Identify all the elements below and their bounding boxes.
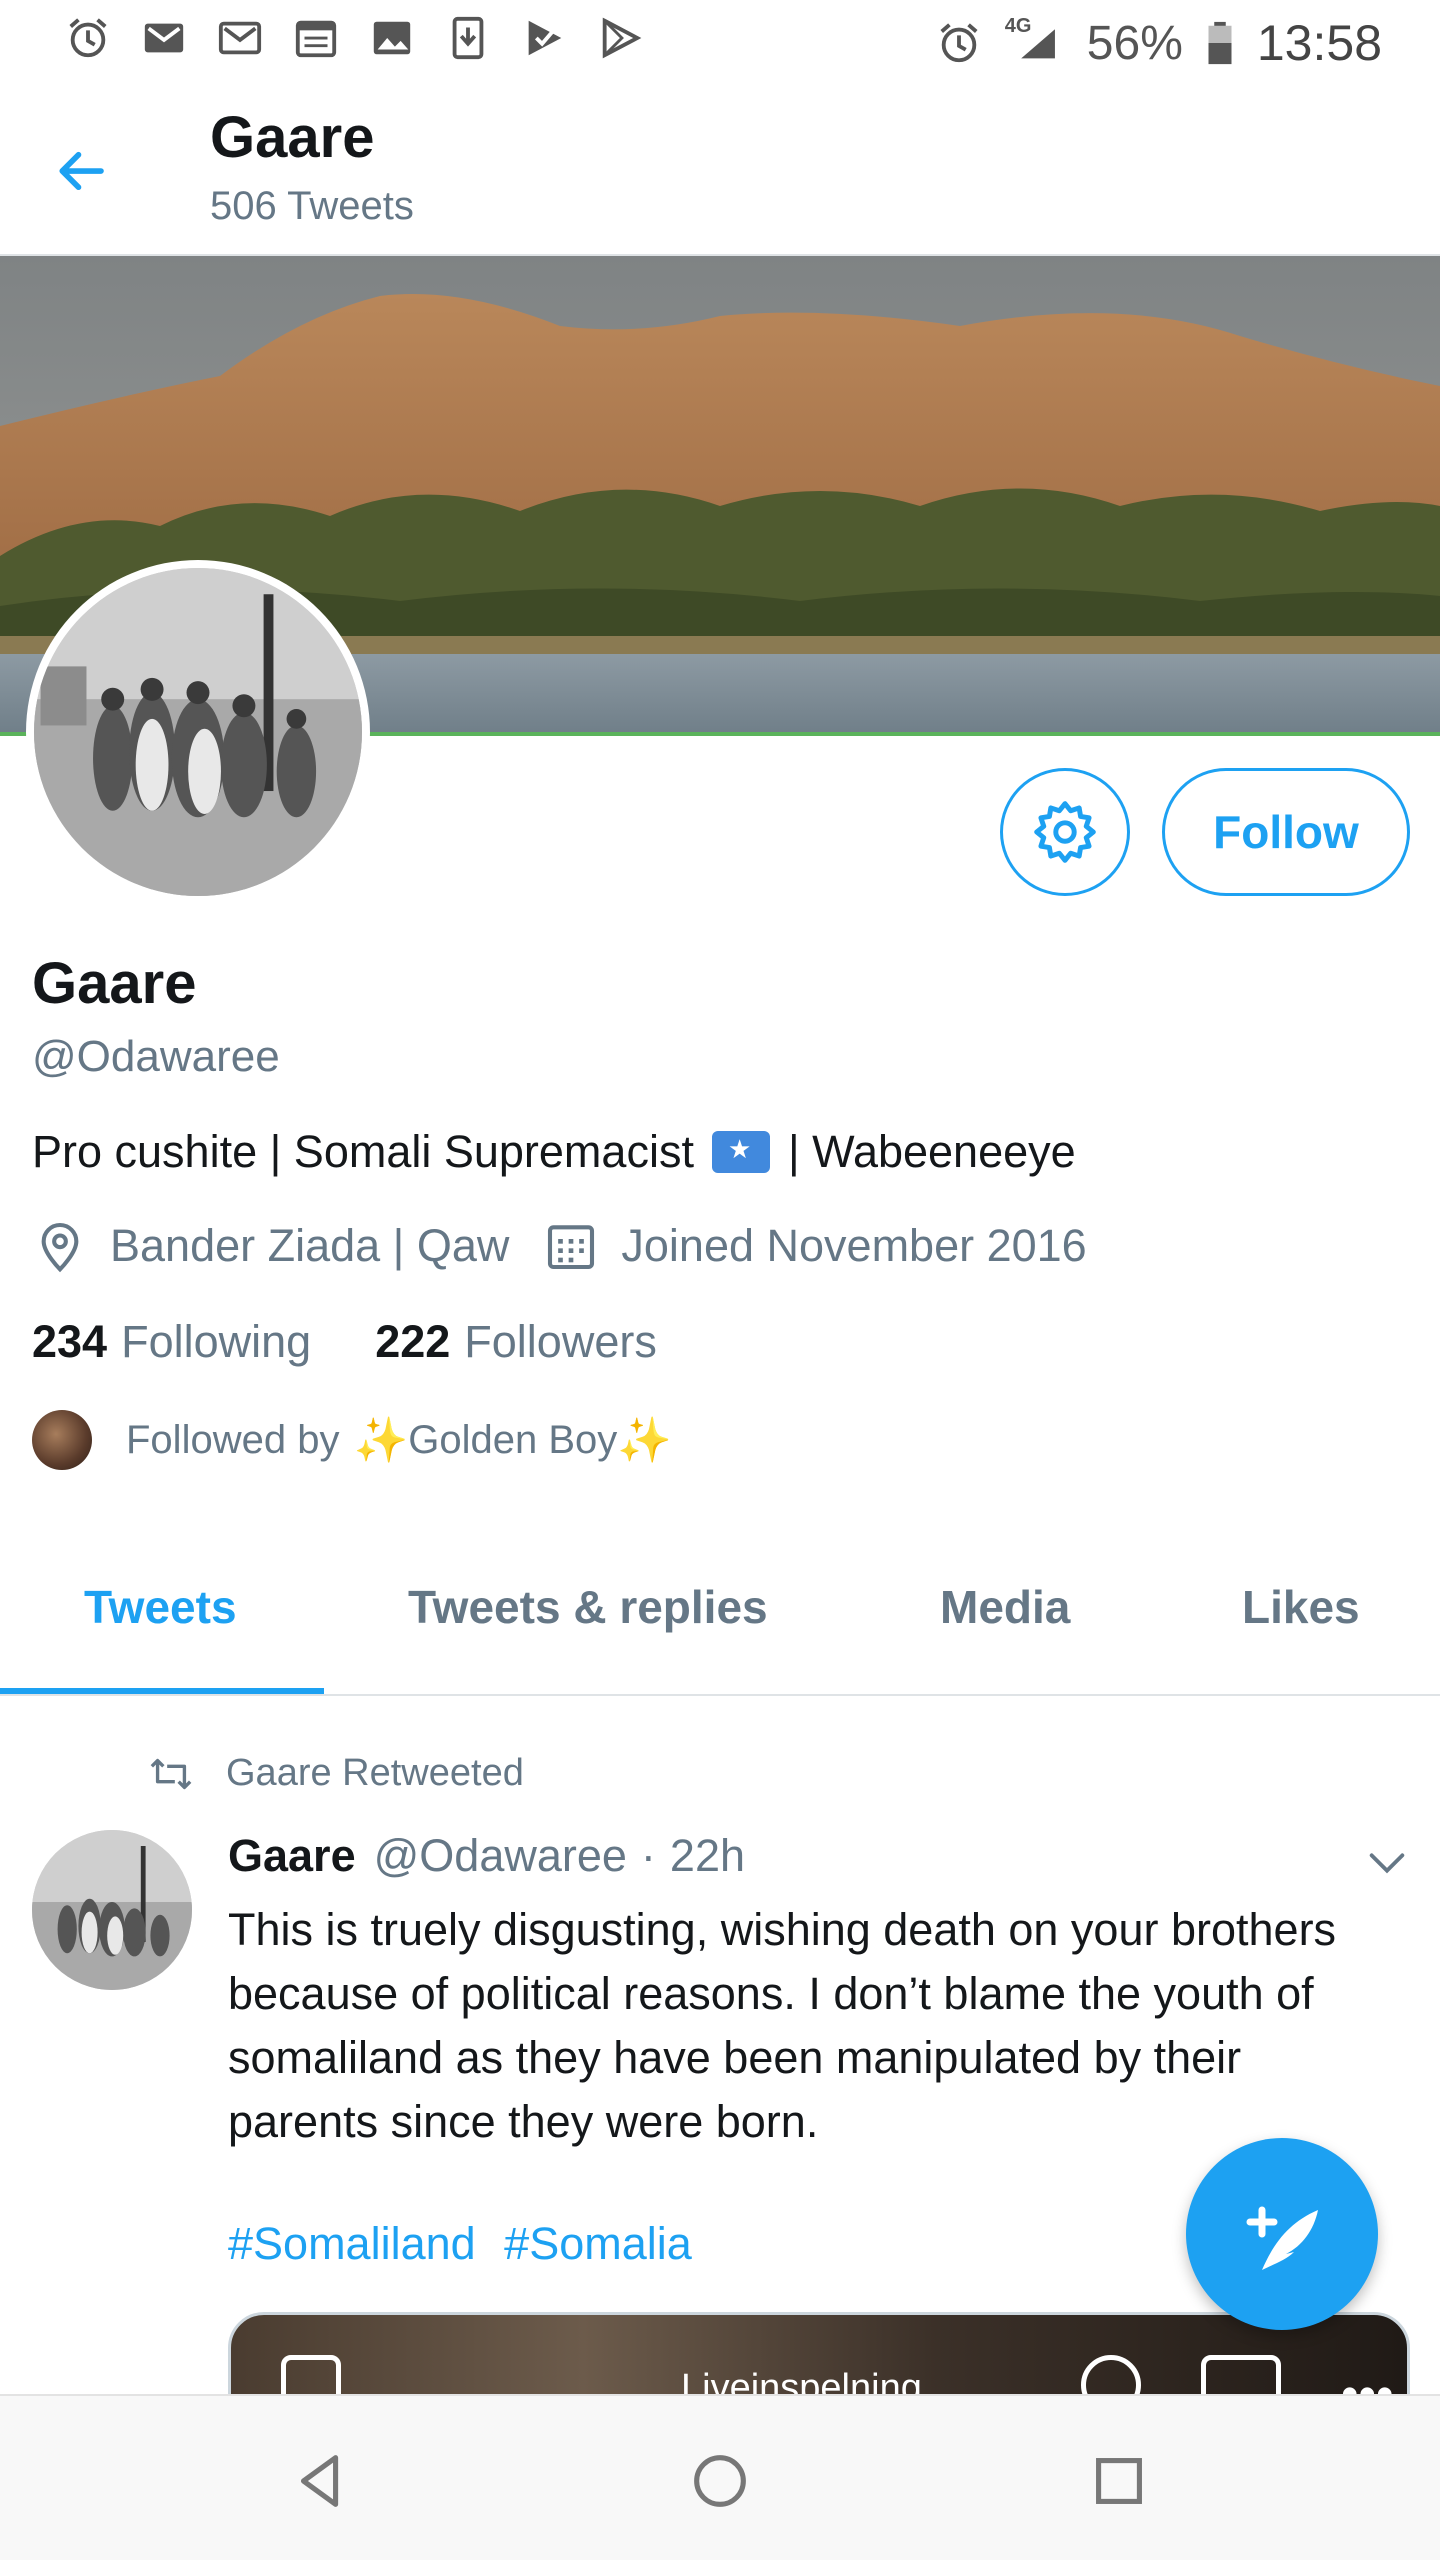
profile-avatar[interactable] [26, 560, 370, 904]
download-icon [444, 14, 492, 62]
tweet-separator: · [640, 1830, 656, 1881]
tweet-author-name[interactable]: Gaare [228, 1830, 356, 1882]
notification-icons [64, 14, 644, 62]
somalia-flag-icon [711, 1131, 770, 1173]
gear-icon [1034, 801, 1096, 863]
followers-count: 222 [375, 1316, 451, 1367]
profile-tabs: Tweets Tweets & replies Media Likes [0, 1540, 1440, 1696]
tab-tweets-replies[interactable]: Tweets & replies [408, 1580, 768, 1634]
header-title: Gaare [210, 105, 375, 170]
nav-recents-button[interactable] [1084, 2446, 1154, 2516]
follow-stats: 234 Following 222 Followers [32, 1316, 657, 1368]
tab-tweets[interactable]: Tweets [84, 1580, 237, 1634]
alarm-icon [64, 14, 112, 62]
compose-feather-icon [1246, 2206, 1318, 2270]
hashtag-link[interactable]: #Somalia [504, 2218, 692, 2269]
triangle-back-icon [300, 2455, 339, 2507]
tweet-author-handle: @Odawaree [373, 1830, 627, 1881]
profile-header: Gaare 506 Tweets [0, 86, 1440, 256]
tweet-author-avatar[interactable] [32, 1830, 192, 1990]
chevron-down-icon [1369, 1853, 1405, 1874]
calendar-icon [292, 14, 340, 62]
joined-text: Joined November 2016 [621, 1220, 1087, 1271]
profile-bio: Pro cushite | Somali Supremacist | Wabee… [32, 1126, 1076, 1178]
location-text: Bander Ziada | Qaw [110, 1220, 510, 1271]
followers-link[interactable]: 222 Followers [375, 1316, 657, 1368]
settings-button[interactable] [1000, 768, 1130, 896]
clock: 13:58 [1256, 15, 1382, 71]
retweet-icon [150, 1758, 192, 1789]
tweet-menu-button[interactable] [1364, 1840, 1410, 1886]
alarm-icon [935, 19, 983, 67]
battery-percent: 56% [1086, 16, 1183, 70]
tweet-hashtags: #Somaliland #Somalia [228, 2218, 708, 2270]
sparkle-emoji: ✨ [353, 1415, 409, 1466]
profile-handle: @Odawaree [32, 1032, 280, 1081]
active-tab-indicator [0, 1688, 324, 1694]
compose-tweet-button[interactable] [1186, 2138, 1378, 2330]
followed-by-name: Golden Boy [408, 1417, 618, 1462]
bio-text-end: | Wabeeneeye [787, 1126, 1076, 1177]
profile-name: Gaare [32, 951, 197, 1016]
nav-home-button[interactable] [685, 2446, 755, 2516]
gmail-icon [216, 14, 264, 62]
back-button[interactable] [46, 136, 116, 206]
retweet-context: Gaare Retweeted [148, 1752, 524, 1795]
retweet-label: Gaare Retweeted [226, 1752, 524, 1794]
follow-button[interactable]: Follow [1162, 768, 1410, 896]
tweet-header: Gaare @Odawaree · 22h [228, 1830, 745, 1882]
tab-likes[interactable]: Likes [1242, 1580, 1360, 1634]
calendar-icon [548, 1225, 595, 1270]
gmail-icon [140, 14, 188, 62]
signal-icon: 4G [1005, 15, 1065, 67]
following-label: Following [121, 1316, 312, 1367]
bio-text: Pro cushite | Somali Supremacist [32, 1126, 694, 1177]
followed-by-prefix: Followed by [126, 1417, 340, 1462]
follower-avatar [32, 1410, 92, 1470]
arrow-left-icon [59, 151, 104, 191]
tweet-text: This is truely disgusting, wishing death… [228, 1904, 1337, 2147]
play-store-icon [520, 14, 568, 62]
network-type: 4G [1004, 15, 1032, 37]
followed-by[interactable]: Followed by ✨ Golden Boy ✨ [32, 1410, 672, 1470]
play-icon [596, 14, 644, 62]
sparkle-emoji: ✨ [617, 1415, 673, 1466]
tweet-time: 22h [669, 1830, 746, 1881]
following-link[interactable]: 234 Following [32, 1316, 311, 1368]
hashtag-link[interactable]: #Somaliland [228, 2218, 476, 2269]
status-bar: 4G 56% 13:58 [0, 0, 1440, 86]
battery-icon [1205, 19, 1235, 67]
location-pin-icon [41, 1222, 79, 1273]
system-status: 4G 56% 13:58 [935, 14, 1382, 72]
following-count: 234 [32, 1316, 108, 1367]
gallery-icon [368, 14, 416, 62]
square-recents-icon [1096, 2458, 1142, 2504]
profile-meta: Bander Ziada | Qaw Joined November 2016 [32, 1218, 1087, 1274]
nav-back-button[interactable] [286, 2446, 356, 2516]
followers-label: Followers [464, 1316, 657, 1367]
tweet-count: 506 Tweets [210, 184, 414, 228]
circle-home-icon [694, 2455, 746, 2507]
android-nav-bar [0, 2394, 1440, 2560]
tab-media[interactable]: Media [940, 1580, 1070, 1634]
